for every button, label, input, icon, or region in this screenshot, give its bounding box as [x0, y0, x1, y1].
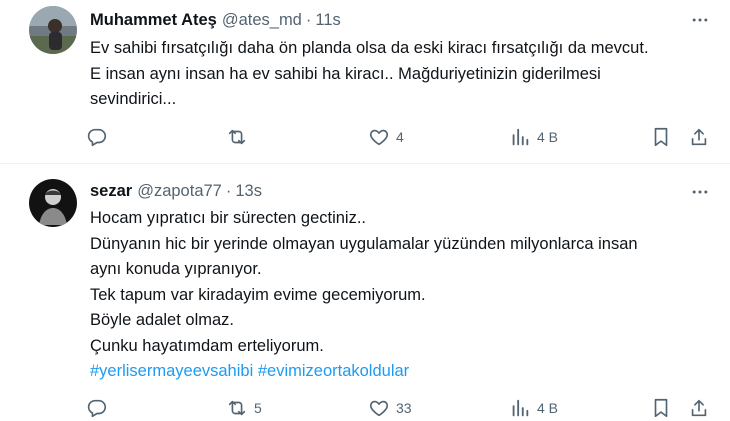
avatar[interactable] [29, 6, 77, 54]
like-icon [369, 400, 389, 417]
tweet-text-line: Çunku hayatımdam erteliyorum. [90, 336, 324, 355]
hashtag-link[interactable]: #evimizeortakoldular [258, 362, 409, 380]
views-count: 4 B [537, 129, 559, 145]
like-count: 33 [396, 400, 412, 416]
bookmark-icon [654, 398, 668, 418]
tweet-text-line: sevindirici... [90, 90, 177, 108]
hashtag-link[interactable]: #yerlisermayeevsahibi [90, 362, 253, 380]
separator-dot: · [305, 11, 312, 29]
author-name[interactable]: sezar [90, 182, 132, 201]
bookmark-icon [654, 127, 668, 147]
reply-button[interactable] [86, 126, 114, 148]
share-button[interactable] [688, 126, 710, 148]
more-icon[interactable] [688, 180, 712, 204]
retweet-count: 5 [254, 400, 262, 416]
tweet-text-line: Tek tapum var kiradayim evime gecemiyoru… [90, 285, 426, 304]
tweet-2[interactable]: sezar @zapota77 · 13s Hocam yıpratıcı bi… [0, 164, 730, 420]
tweet-text-line: Dünyanın hic bir yerinde olmayan uygulam… [90, 234, 638, 253]
retweet-button[interactable]: 5 [226, 397, 262, 419]
tweet-text-line: aynı konuda yıpranıyor. [90, 260, 262, 278]
tweet-text-line: Böyle adalet olmaz. [90, 311, 234, 329]
views-icon [512, 128, 529, 146]
timestamp[interactable]: 13s [235, 182, 262, 201]
author-handle[interactable]: @zapota77 [137, 182, 222, 201]
like-button[interactable]: 4 [368, 126, 404, 148]
more-icon[interactable] [688, 8, 712, 32]
like-button[interactable]: 33 [368, 397, 412, 419]
tweet-text-line: Ev sahibi fırsatçılığı daha ön planda ol… [90, 39, 649, 57]
tweet-text-line: Hocam yıpratıcı bir sürecten gectiniz.. [90, 209, 367, 227]
timestamp[interactable]: 11s [315, 11, 340, 30]
share-button[interactable] [688, 397, 710, 419]
hashtag-line: #yerlisermayeevsahibi #evimizeortakoldul… [90, 359, 638, 385]
tweet-text: Hocam yıpratıcı bir sürecten gectiniz.. … [90, 206, 638, 385]
author-name[interactable]: Muhammet Ateş [90, 11, 217, 30]
bookmark-button[interactable] [650, 126, 672, 148]
bookmark-button[interactable] [650, 397, 672, 419]
retweet-icon [228, 129, 246, 145]
author-handle[interactable]: @ates_md [222, 11, 302, 30]
views-button[interactable]: 4 B [509, 126, 558, 148]
views-icon [512, 399, 529, 417]
share-icon [691, 399, 707, 417]
separator-dot: · [225, 182, 232, 200]
retweet-button[interactable] [226, 126, 254, 148]
reply-icon [87, 399, 107, 418]
avatar[interactable] [29, 179, 77, 227]
action-bar: 5 33 4 B [0, 397, 730, 421]
tweet-text-line: E insan aynı insan ha ev sahibi ha kirac… [90, 64, 601, 83]
share-icon [691, 128, 707, 146]
reply-button[interactable] [86, 397, 114, 419]
like-icon [369, 129, 389, 146]
tweet-1[interactable]: Muhammet Ateş @ates_md · 11s Ev sahibi f… [0, 0, 730, 162]
action-bar: 4 4 B [0, 126, 730, 150]
reply-icon [87, 128, 107, 147]
views-button[interactable]: 4 B [509, 397, 558, 419]
retweet-icon [228, 400, 246, 416]
like-count: 4 [396, 129, 404, 145]
views-count: 4 B [537, 400, 559, 416]
tweet-text: Ev sahibi fırsatçılığı daha ön planda ol… [90, 36, 649, 113]
